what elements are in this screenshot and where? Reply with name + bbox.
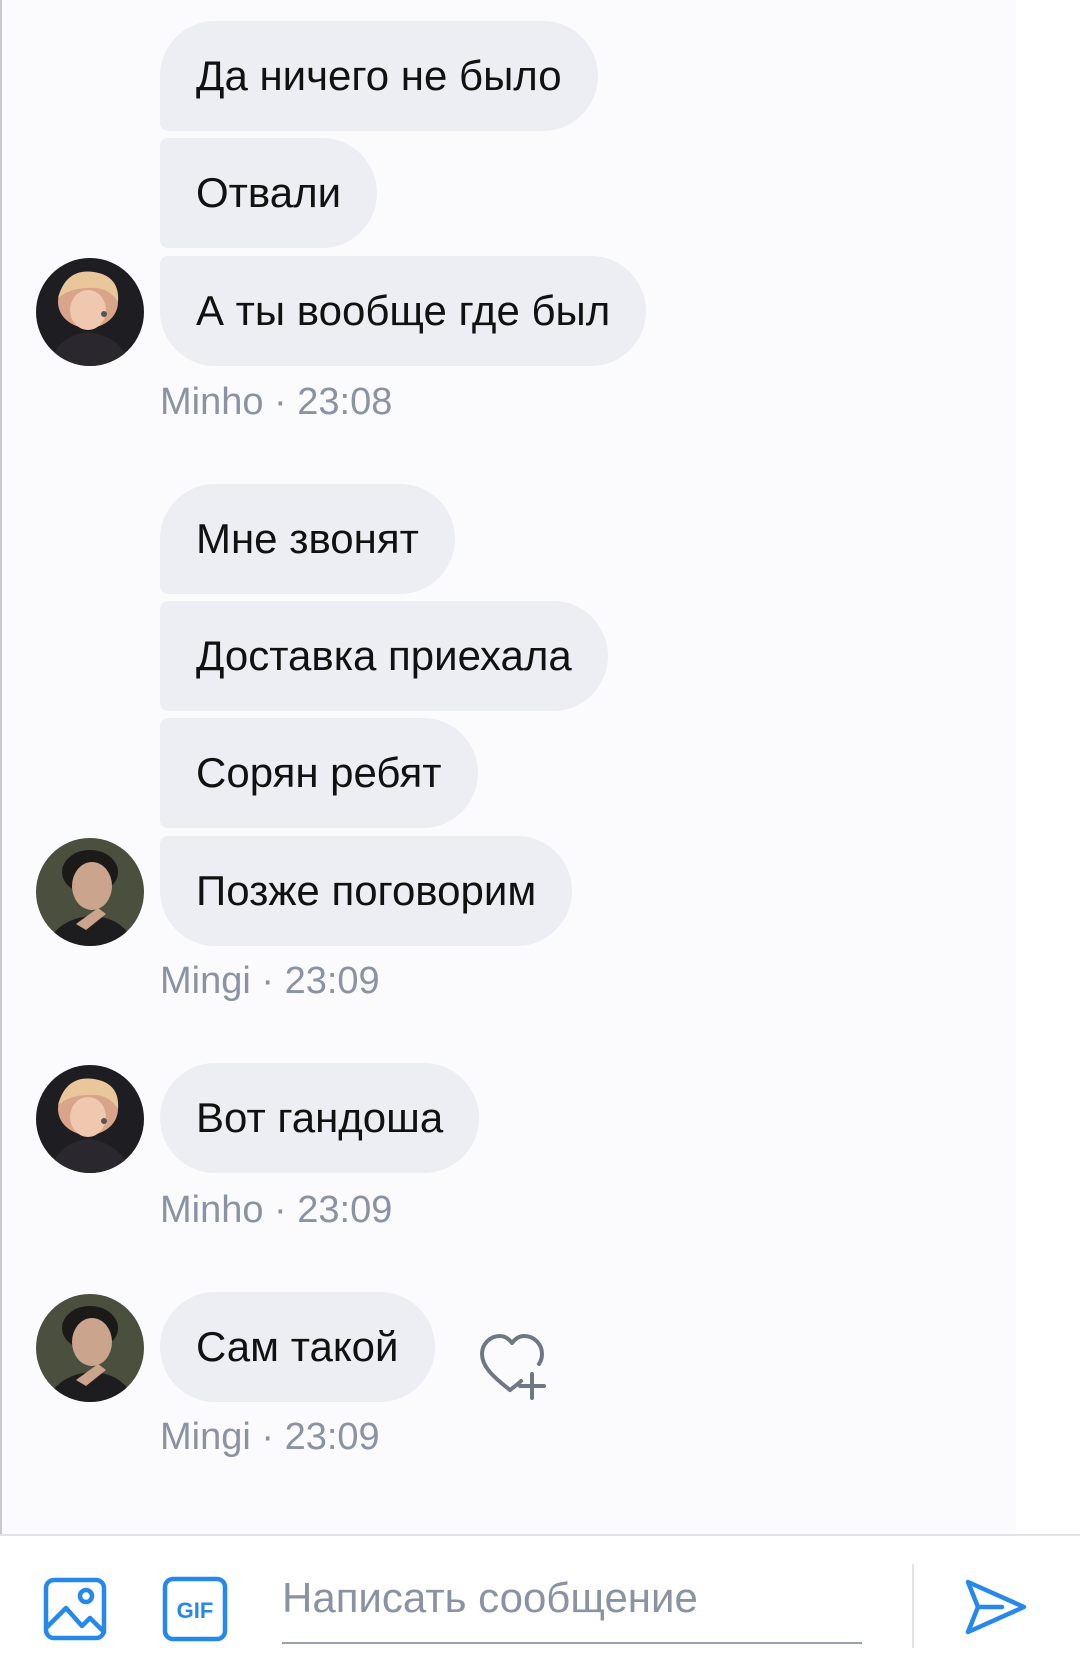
mingi-avatar-image	[36, 1294, 144, 1402]
message-bubble[interactable]: Сорян ребят	[160, 718, 478, 828]
left-edge-divider	[0, 0, 2, 1672]
message-bubble[interactable]: Вот гандоша	[160, 1063, 480, 1173]
message-bubble[interactable]: Позже поговорим	[160, 836, 573, 946]
heart-plus-icon[interactable]	[476, 1330, 548, 1402]
message-meta: Mingi · 23:09	[160, 1416, 380, 1458]
message-input[interactable]	[282, 1558, 862, 1638]
message-input-wrapper	[282, 1558, 862, 1644]
message-composer: GIF	[0, 1534, 1080, 1672]
message-bubble[interactable]: Доставка приехала	[160, 601, 608, 711]
mingi-avatar[interactable]	[36, 1294, 144, 1402]
minho-avatar[interactable]	[36, 258, 144, 366]
gif-button[interactable]: GIF	[162, 1576, 228, 1642]
message-bubble[interactable]: А ты вообще где был	[160, 256, 647, 366]
mingi-avatar[interactable]	[36, 838, 144, 946]
minho-avatar-image	[36, 1065, 144, 1173]
message-meta: Minho · 23:08	[160, 381, 393, 423]
message-meta: Minho · 23:09	[160, 1189, 393, 1231]
message-meta: Mingi · 23:09	[160, 960, 380, 1002]
composer-divider	[912, 1564, 914, 1648]
image-icon[interactable]	[42, 1576, 108, 1642]
message-bubble[interactable]: Отвали	[160, 138, 378, 248]
right-edge-panel	[1016, 0, 1080, 1672]
minho-avatar[interactable]	[36, 1065, 144, 1173]
minho-avatar-image	[36, 258, 144, 366]
message-bubble[interactable]: Да ничего не было	[160, 21, 598, 131]
mingi-avatar-image	[36, 838, 144, 946]
message-bubble[interactable]: Сам такой	[160, 1292, 435, 1402]
send-icon[interactable]	[962, 1574, 1028, 1640]
chat-screen: Да ничего не было Отвали А ты вообще где…	[0, 0, 1080, 1672]
gif-label: GIF	[177, 1598, 214, 1623]
message-bubble[interactable]: Мне звонят	[160, 484, 455, 594]
